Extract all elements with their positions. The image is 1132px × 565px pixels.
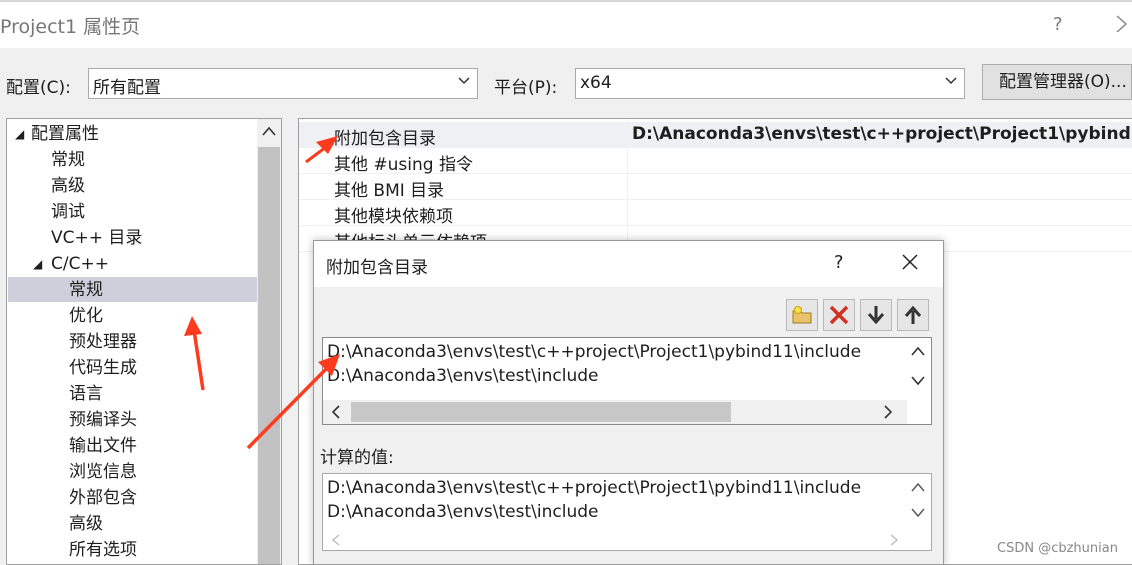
chevron-down-icon — [458, 77, 470, 85]
platform-combo[interactable]: x64 — [575, 68, 965, 99]
scroll-left-icon[interactable] — [331, 405, 341, 419]
expand-triangle-icon[interactable]: ◢ — [15, 121, 24, 147]
tree-item-preprocessor[interactable]: 预处理器 — [69, 329, 137, 355]
scroll-down-icon[interactable] — [911, 508, 925, 518]
scroll-down-icon[interactable] — [911, 376, 925, 386]
tree-scrollbar[interactable] — [257, 119, 281, 564]
delete-line-button[interactable] — [823, 299, 855, 331]
tree-item-pch[interactable]: 预编译头 — [69, 407, 137, 433]
listbox-hscroll[interactable] — [323, 400, 907, 424]
close-icon[interactable] — [899, 251, 921, 273]
help-button[interactable]: ? — [1053, 14, 1063, 35]
scroll-up-icon[interactable] — [911, 346, 925, 356]
new-line-button[interactable] — [786, 299, 818, 331]
include-dirs-dialog: 附加包含目录 ? D:\Anaconda3\envs\test\c++proje… — [313, 240, 944, 565]
property-tree[interactable]: ◢ 配置属性 常规 高级 调试 VC++ 目录 ◢ C/C++ 常规 优化 预处… — [6, 118, 282, 565]
computed-vscroll[interactable] — [905, 474, 931, 526]
chevron-down-icon — [945, 77, 957, 85]
scroll-right-icon[interactable] — [883, 405, 893, 419]
platform-value: x64 — [580, 73, 612, 93]
grid-row-bmi[interactable]: 其他 BMI 目录 — [299, 174, 1132, 201]
config-label: 配置(C): — [6, 78, 71, 98]
grid-row-module-deps[interactable]: 其他模块依赖项 — [299, 200, 1132, 227]
tree-item-codegen[interactable]: 代码生成 — [69, 355, 137, 381]
tree-item-optimization[interactable]: 优化 — [69, 303, 103, 329]
listbox-vscroll[interactable] — [905, 338, 931, 398]
grid-value-include-dirs[interactable]: D:\Anaconda3\envs\test\c++project\Projec… — [632, 124, 1132, 144]
list-item[interactable]: D:\Anaconda3\envs\test\include — [327, 366, 599, 386]
include-dirs-listbox[interactable]: D:\Anaconda3\envs\test\c++project\Projec… — [322, 337, 932, 425]
scroll-up-icon[interactable] — [911, 482, 925, 492]
expand-triangle-icon[interactable]: ◢ — [33, 251, 42, 277]
tree-item-cpp-general[interactable]: 常规 — [69, 277, 103, 303]
computed-values-listbox: D:\Anaconda3\envs\test\c++project\Projec… — [322, 473, 932, 551]
tree-item-debug[interactable]: 调试 — [51, 199, 85, 225]
close-button[interactable] — [1114, 12, 1130, 37]
move-down-icon — [867, 306, 885, 325]
window-title-bar: Project1 属性页 ? — [0, 0, 1132, 50]
tree-item-external[interactable]: 外部包含 — [69, 485, 137, 511]
list-item: D:\Anaconda3\envs\test\c++project\Projec… — [327, 478, 862, 498]
tree-item-language[interactable]: 语言 — [69, 381, 103, 407]
tree-item-output-files[interactable]: 输出文件 — [69, 433, 137, 459]
config-manager-button[interactable]: 配置管理器(O)... — [982, 64, 1132, 100]
move-down-button[interactable] — [860, 299, 892, 331]
new-line-icon — [792, 306, 812, 324]
scroll-left-icon[interactable] — [331, 534, 341, 546]
grid-row-include-dirs[interactable]: 附加包含目录 D:\Anaconda3\envs\test\c++project… — [299, 122, 1132, 149]
list-item[interactable]: D:\Anaconda3\envs\test\c++project\Projec… — [327, 342, 861, 362]
tree-item-cpp-advanced[interactable]: 高级 — [69, 511, 103, 537]
dialog-title: 附加包含目录 — [326, 258, 428, 278]
config-value: 所有配置 — [93, 78, 161, 98]
computed-values-label: 计算的值: — [320, 448, 394, 468]
delete-line-icon — [829, 305, 849, 325]
tree-item-general[interactable]: 常规 — [51, 147, 85, 173]
dialog-title-bar: 附加包含目录 ? — [314, 241, 943, 287]
tree-item-all-options[interactable]: 所有选项 — [69, 537, 137, 563]
scroll-right-icon[interactable] — [889, 534, 899, 546]
tree-item-vc-dirs[interactable]: VC++ 目录 — [51, 225, 142, 251]
scroll-up-icon[interactable] — [262, 125, 276, 137]
tree-selection-highlight — [8, 277, 257, 302]
chevron-right-icon — [1116, 15, 1128, 33]
grid-row-using[interactable]: 其他 #using 指令 — [299, 148, 1132, 175]
tree-scroll-thumb[interactable] — [258, 147, 280, 564]
dialog-help-button[interactable]: ? — [834, 252, 844, 273]
tree-item-browse[interactable]: 浏览信息 — [69, 459, 137, 485]
move-up-icon — [904, 305, 922, 324]
platform-label: 平台(P): — [494, 78, 558, 98]
tree-item-advanced[interactable]: 高级 — [51, 173, 85, 199]
watermark: CSDN @cbzhunian — [997, 541, 1118, 556]
move-up-button[interactable] — [897, 299, 929, 331]
window-title: Project1 属性页 — [0, 16, 141, 38]
listbox-hscroll-thumb[interactable] — [351, 402, 731, 422]
config-combo[interactable]: 所有配置 — [88, 68, 478, 99]
list-item: D:\Anaconda3\envs\test\include — [327, 502, 599, 522]
